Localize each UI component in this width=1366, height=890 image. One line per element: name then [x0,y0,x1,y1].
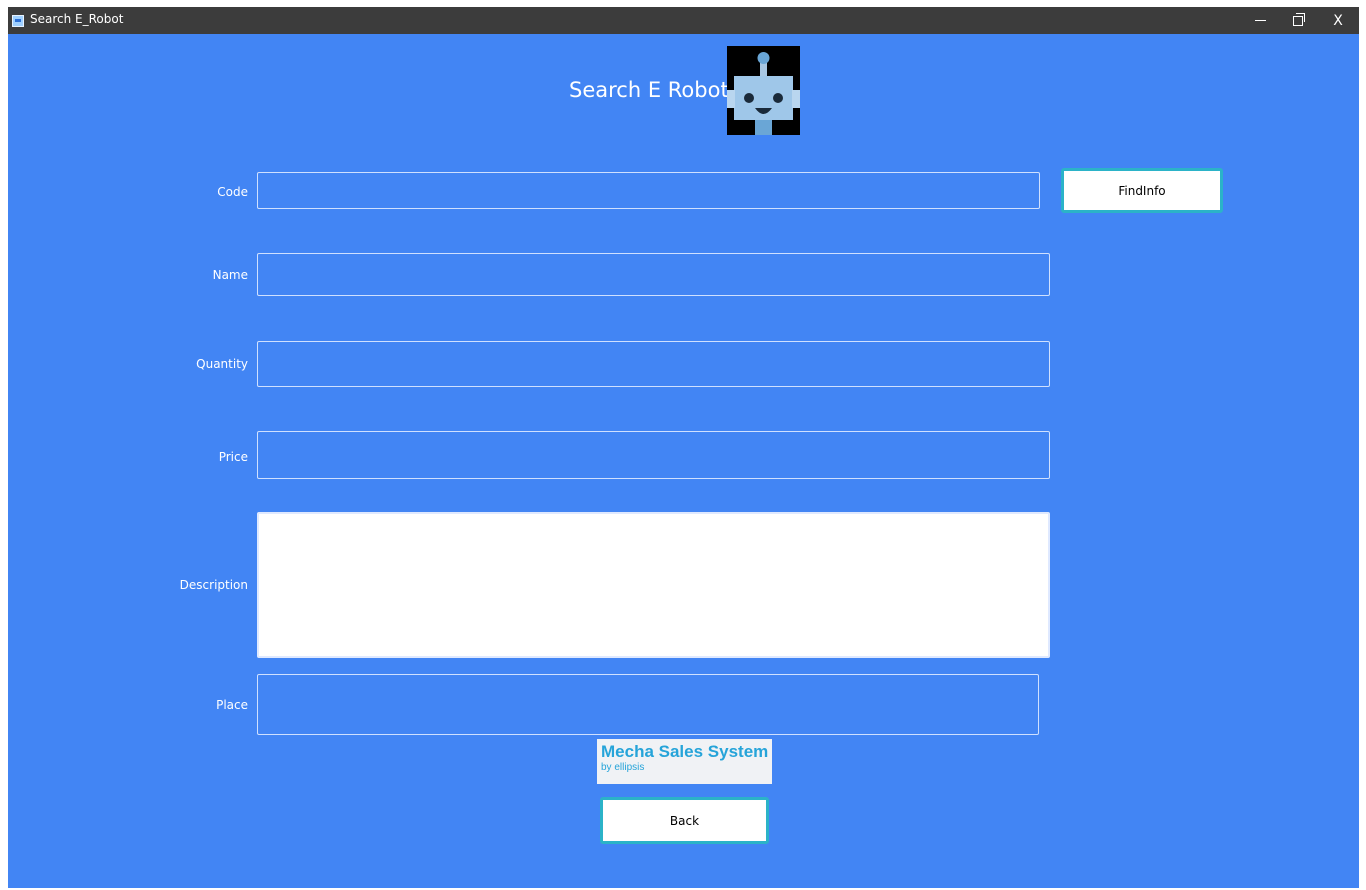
close-icon: X [1333,12,1343,29]
description-textarea[interactable] [257,512,1050,658]
back-label: Back [669,813,700,828]
restore-icon [1293,12,1305,26]
quantity-input[interactable] [257,341,1050,387]
maximize-button[interactable] [1280,7,1316,34]
price-input[interactable] [257,431,1050,479]
price-label: Price [218,450,248,464]
page-title: Search E Robot [569,78,729,102]
code-label: Code [217,185,248,199]
name-label: Name [212,268,248,282]
minimize-icon [1254,20,1266,21]
app-window: Search E_Robot X Search E Robot Code Fin… [8,7,1359,888]
robot-icon [727,46,800,135]
close-button[interactable]: X [1320,7,1356,34]
find-info-button[interactable]: FindInfo [1061,168,1223,213]
place-input[interactable] [257,674,1039,735]
logo-title: Mecha Sales System [601,742,769,761]
code-input[interactable] [257,172,1040,209]
quantity-label: Quantity [196,357,248,371]
description-label: Description [179,578,248,592]
minimize-button[interactable] [1242,7,1278,34]
title-bar[interactable]: Search E_Robot X [8,7,1359,34]
find-info-label: FindInfo [1118,183,1166,198]
window-title: Search E_Robot [30,12,124,26]
app-icon [12,15,24,27]
place-label: Place [216,698,248,712]
name-input[interactable] [257,253,1050,296]
logo-subtitle: by ellipsis [601,762,645,773]
back-button[interactable]: Back [600,797,769,844]
mecha-sales-logo: Mecha Sales System by ellipsis [597,739,772,784]
